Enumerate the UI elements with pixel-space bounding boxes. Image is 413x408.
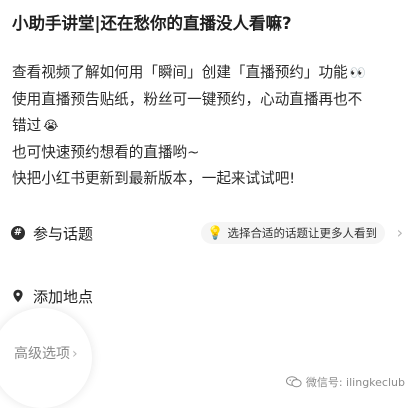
topic-hint-pill[interactable]: 💡 选择合适的话题让更多人看到 bbox=[201, 222, 385, 244]
watermark-text: 微信号: ilingkeclub bbox=[305, 376, 405, 389]
body-line: 查看视频了解如何用「瞬间」创建「直播预约」功能 👀 bbox=[12, 64, 366, 81]
crying-face-emoji-icon: 😭 bbox=[43, 119, 59, 134]
topic-label: 参与话题 bbox=[33, 224, 94, 243]
topic-hint-text: 选择合适的话题让更多人看到 bbox=[227, 226, 378, 240]
topic-row[interactable]: # 参与话题 💡 选择合适的话题让更多人看到 › bbox=[0, 216, 413, 250]
post-body: 查看视频了解如何用「瞬间」创建「直播预约」功能 👀 使用直播预告贴纸，粉丝可一键预… bbox=[12, 60, 404, 192]
advanced-options-label: 高级选项 bbox=[14, 346, 70, 362]
post-title: 小助手讲堂|还在愁你的直播没人看嘛? bbox=[12, 14, 292, 33]
body-line: 也可快速预约想看的直播哟~ bbox=[12, 144, 200, 161]
chevron-right-icon: › bbox=[396, 223, 403, 242]
body-line: 错过 😭 bbox=[12, 117, 59, 134]
wechat-icon bbox=[285, 376, 302, 388]
eyes-emoji-icon: 👀 bbox=[349, 66, 366, 81]
body-line: 使用直播预告贴纸，粉丝可一键预约，心动直播再也不 bbox=[12, 91, 363, 108]
body-line: 快把小红书更新到最新版本，一起来试试吧! bbox=[12, 170, 296, 187]
wechat-watermark: 微信号: ilingkeclub bbox=[285, 374, 405, 390]
hash-icon: # bbox=[11, 226, 25, 240]
chevron-right-icon: › bbox=[72, 346, 78, 362]
location-row[interactable]: 添加地点 bbox=[0, 279, 413, 313]
location-pin-icon bbox=[11, 289, 25, 303]
advanced-options-button[interactable]: 高级选项 › bbox=[14, 343, 78, 363]
lightbulb-icon: 💡 bbox=[207, 225, 224, 241]
location-label: 添加地点 bbox=[33, 287, 94, 306]
